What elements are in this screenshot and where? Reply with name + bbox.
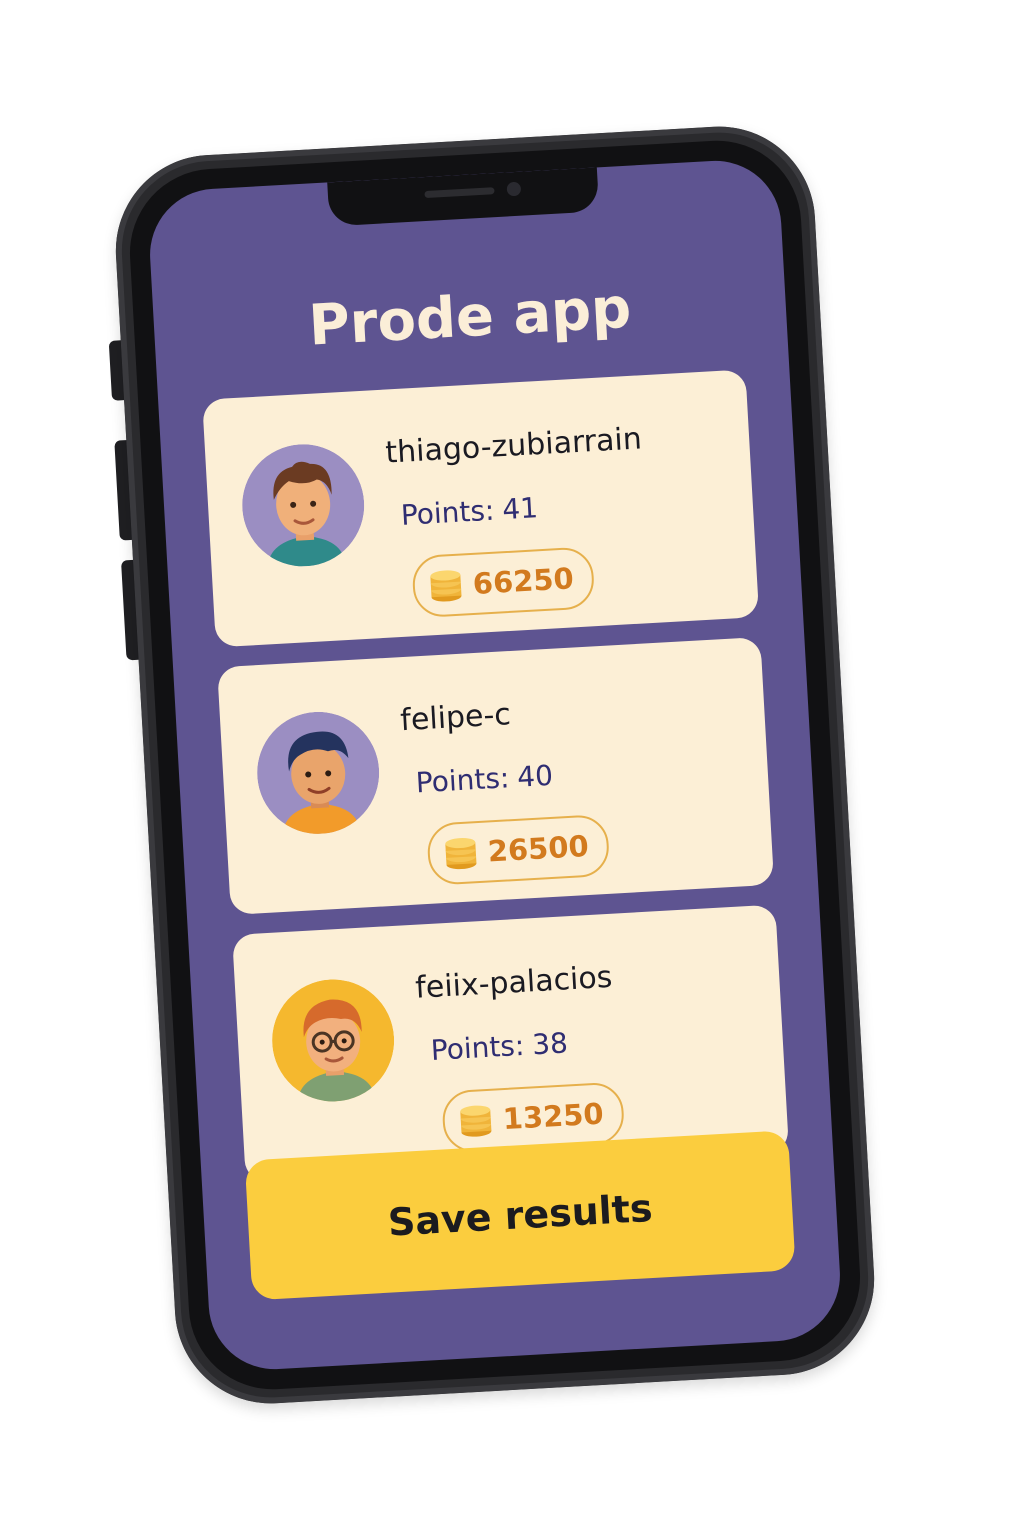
app-title: Prode app (307, 275, 633, 359)
player-username: feiix-palacios (414, 959, 614, 1006)
points-label: Points: (414, 761, 511, 800)
phone-device: Prode app thiago-zubiarrain Points: 41 6… (108, 121, 880, 1409)
avatar (239, 441, 368, 570)
player-card[interactable]: thiago-zubiarrain Points: 41 66250 (202, 369, 760, 648)
player-card[interactable]: felipe-c Points: 40 26500 (217, 636, 775, 915)
player-points: Points: 40 (415, 759, 554, 800)
coin-stack-icon (460, 1105, 492, 1137)
earpiece-speaker (424, 187, 495, 199)
coins-value: 66250 (471, 561, 575, 601)
coins-value: 26500 (486, 828, 590, 869)
avatar (269, 976, 398, 1105)
save-results-button[interactable]: Save results (244, 1130, 796, 1301)
player-username: felipe-c (399, 697, 512, 739)
points-value: 41 (501, 491, 539, 527)
coins-badge: 66250 (411, 546, 596, 619)
coins-badge: 26500 (426, 813, 611, 886)
avatar-boy-red-hair-glasses-icon (272, 979, 395, 1104)
points-value: 40 (516, 758, 554, 794)
points-value: 38 (531, 1026, 569, 1062)
coins-value: 13250 (501, 1096, 605, 1137)
front-camera (506, 181, 522, 197)
points-label: Points: (399, 493, 496, 532)
coin-stack-icon (445, 837, 477, 870)
coin-stack-icon (430, 570, 462, 602)
leaderboard-list: thiago-zubiarrain Points: 41 66250 felip… (202, 369, 790, 1202)
avatar-boy-dark-hair-icon (257, 711, 380, 836)
player-username: thiago-zubiarrain (384, 421, 643, 471)
player-points: Points: 41 (400, 491, 539, 532)
stage: Prode app thiago-zubiarrain Points: 41 6… (0, 0, 1024, 1536)
player-points: Points: 38 (430, 1026, 569, 1067)
avatar (254, 709, 383, 838)
app-screen: Prode app thiago-zubiarrain Points: 41 6… (146, 157, 844, 1373)
avatar-boy-curly-hair-icon (242, 444, 365, 569)
points-label: Points: (429, 1028, 526, 1068)
